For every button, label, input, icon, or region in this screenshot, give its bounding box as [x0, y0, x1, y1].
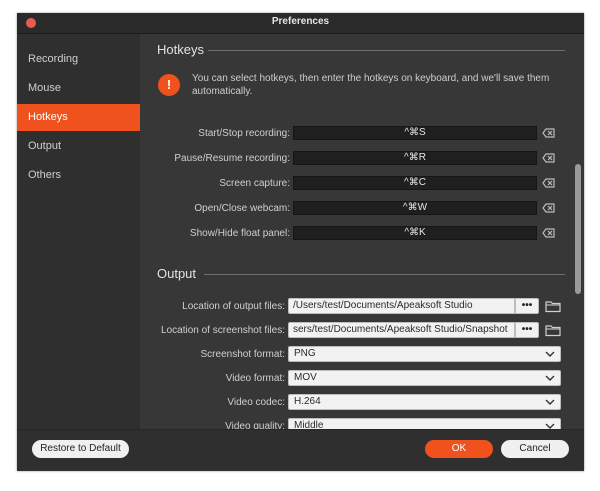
video-codec-value: H.264 [294, 396, 321, 407]
chevron-down-icon [545, 351, 555, 357]
video-format-value: MOV [294, 372, 317, 383]
delete-key-icon[interactable] [542, 226, 556, 240]
delete-key-icon[interactable] [542, 176, 556, 190]
video-codec-select[interactable]: H.264 [288, 394, 561, 410]
sidebar-item-output[interactable]: Output [17, 133, 140, 160]
hotkeys-info-text: You can select hotkeys, then enter the h… [192, 73, 550, 97]
sidebar-item-recording[interactable]: Recording [17, 46, 140, 73]
folder-icon[interactable] [545, 323, 561, 337]
ok-button[interactable]: OK [425, 440, 493, 458]
hotkey-field-start-stop[interactable]: ^⌘S [293, 126, 537, 140]
video-quality-value: Middle [294, 420, 324, 429]
hotkey-label-float-panel: Show/Hide float panel: [189, 228, 290, 239]
hotkey-label-pause-resume: Pause/Resume recording: [174, 153, 290, 164]
video-codec-label: Video codec: [227, 397, 285, 408]
output-files-label: Location of output files: [182, 301, 285, 312]
chevron-down-icon [545, 423, 555, 429]
hotkey-label-webcam: Open/Close webcam: [194, 203, 290, 214]
screenshot-format-label: Screenshot format: [200, 349, 285, 360]
restore-default-button[interactable]: Restore to Default [32, 440, 129, 458]
video-format-select[interactable]: MOV [288, 370, 561, 386]
sidebar: Recording Mouse Hotkeys Output Others [17, 34, 140, 429]
folder-icon[interactable] [545, 299, 561, 313]
title-bar: Preferences [17, 13, 584, 34]
browse-output-button[interactable]: ••• [515, 298, 539, 314]
hotkey-label-start-stop: Start/Stop recording: [198, 128, 290, 139]
chevron-down-icon [545, 399, 555, 405]
video-quality-select[interactable]: Middle [288, 418, 561, 429]
sidebar-item-hotkeys[interactable]: Hotkeys [17, 104, 140, 131]
exclamation-icon: ! [158, 74, 180, 96]
content-scrollbar[interactable] [575, 164, 581, 294]
delete-key-icon[interactable] [542, 126, 556, 140]
hotkey-field-webcam[interactable]: ^⌘W [293, 201, 537, 215]
video-quality-label: Video quality: [225, 421, 285, 429]
footer-bar: Restore to Default OK Cancel [17, 429, 584, 471]
cancel-button[interactable]: Cancel [501, 440, 569, 458]
hotkeys-section-title: Hotkeys [157, 42, 204, 57]
screenshot-files-label: Location of screenshot files: [161, 325, 285, 336]
output-files-path[interactable]: /Users/test/Documents/Apeaksoft Studio [288, 298, 515, 314]
hotkey-label-screen-capture: Screen capture: [219, 178, 290, 189]
sidebar-item-others[interactable]: Others [17, 162, 140, 189]
hotkeys-divider [208, 50, 565, 51]
sidebar-item-mouse[interactable]: Mouse [17, 75, 140, 102]
output-divider [204, 274, 565, 275]
output-section-title: Output [157, 266, 197, 281]
video-format-label: Video format: [225, 373, 285, 384]
window-title: Preferences [271, 16, 330, 27]
chevron-down-icon [545, 375, 555, 381]
hotkey-field-pause-resume[interactable]: ^⌘R [293, 151, 537, 165]
hotkey-field-float-panel[interactable]: ^⌘K [293, 226, 537, 240]
hotkey-field-screen-capture[interactable]: ^⌘C [293, 176, 537, 190]
screenshot-files-path[interactable]: sers/test/Documents/Apeaksoft Studio/Sna… [288, 322, 515, 338]
settings-content: Hotkeys ! You can select hotkeys, then e… [140, 34, 584, 429]
delete-key-icon[interactable] [542, 151, 556, 165]
preferences-window: Preferences Recording Mouse Hotkeys Outp… [17, 13, 584, 471]
screenshot-format-select[interactable]: PNG [288, 346, 561, 362]
delete-key-icon[interactable] [542, 201, 556, 215]
screenshot-format-value: PNG [294, 348, 316, 359]
browse-screenshot-button[interactable]: ••• [515, 322, 539, 338]
